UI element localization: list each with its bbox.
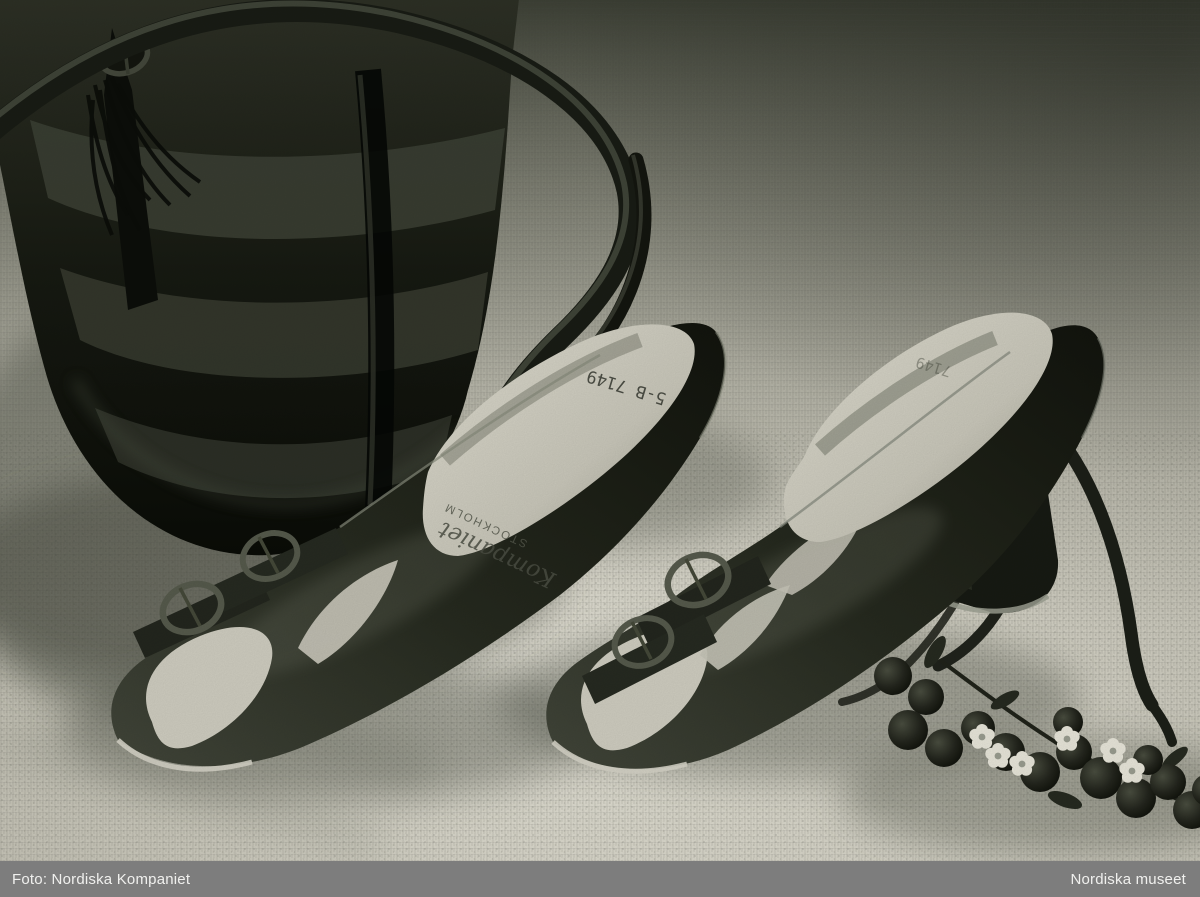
caption-archive: Nordiska museet: [1070, 871, 1186, 888]
photograph: Kompaniet STOCKHOLM 5-B 7149 7149: [0, 0, 1200, 861]
photo-canvas: Kompaniet STOCKHOLM 5-B 7149 7149: [0, 0, 1200, 861]
caption-photographer: Foto: Nordiska Kompaniet: [12, 871, 190, 888]
archive-photo-card: Kompaniet STOCKHOLM 5-B 7149 7149: [0, 0, 1200, 897]
film-grain: [0, 0, 1200, 861]
caption-bar: Foto: Nordiska Kompaniet Nordiska museet: [0, 861, 1200, 897]
